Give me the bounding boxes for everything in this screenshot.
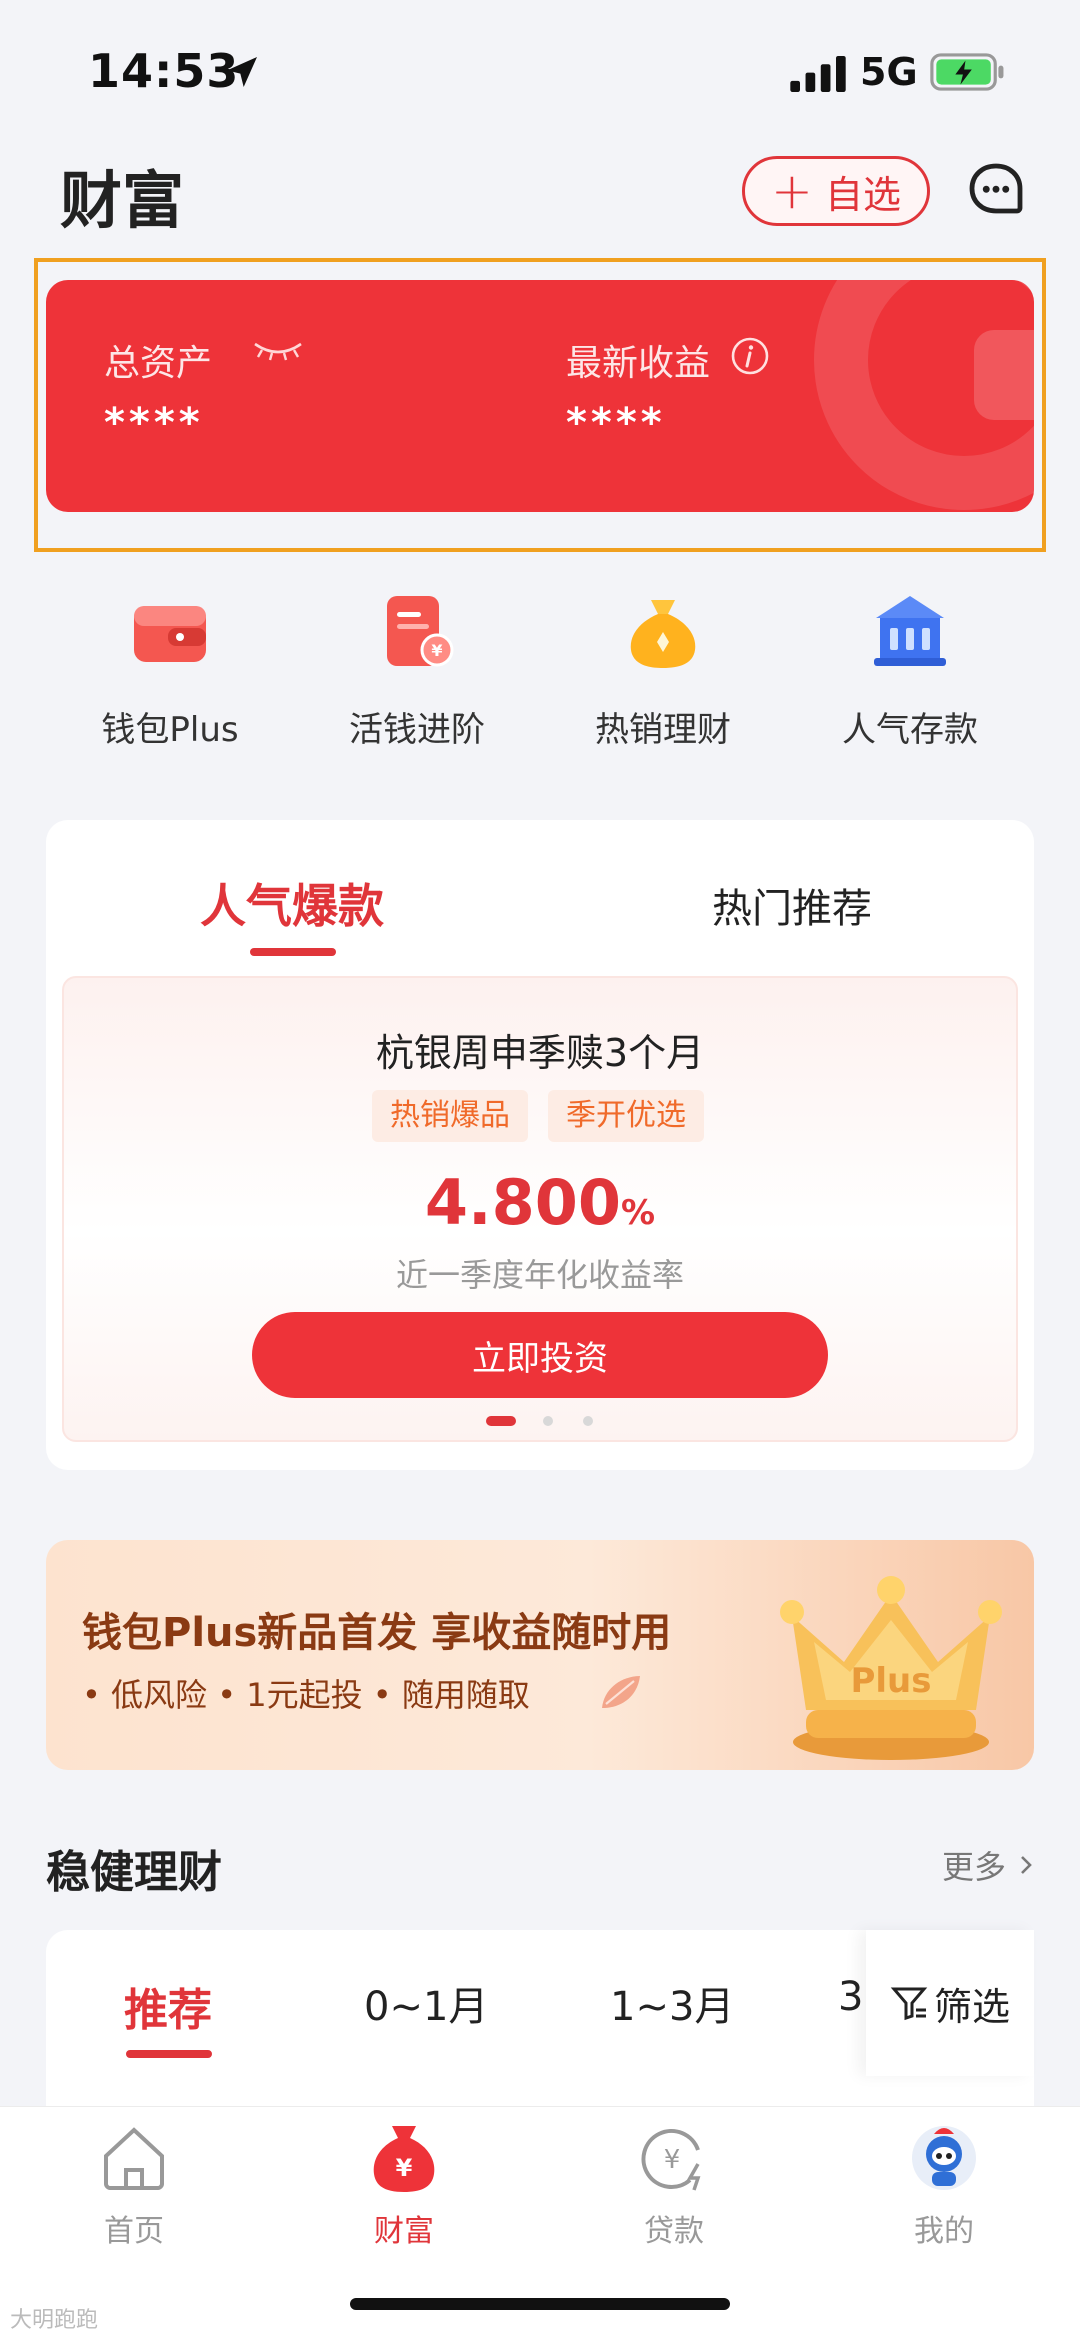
quick-entry-label: 钱包Plus bbox=[101, 710, 239, 750]
card-decoration bbox=[974, 330, 1034, 420]
document-yuan-icon: ¥ bbox=[387, 596, 454, 667]
nav-label: 财富 bbox=[374, 2214, 434, 2249]
rate-description: 近一季度年化收益率 bbox=[395, 1256, 684, 1294]
active-tab-indicator bbox=[250, 948, 336, 956]
tab-popular[interactable]: 人气爆款 bbox=[200, 870, 384, 936]
money-bag-icon bbox=[630, 600, 696, 668]
product-rate: 4.800% bbox=[62, 1166, 1018, 1239]
home-icon bbox=[104, 2127, 164, 2190]
loan-icon: ¥ bbox=[641, 2129, 701, 2191]
svg-text:¥: ¥ bbox=[664, 2145, 681, 2175]
invest-button-label: 立即投资 bbox=[472, 1338, 608, 1379]
nav-label: 贷款 bbox=[644, 2214, 704, 2249]
add-watchlist-button[interactable]: + 自选 bbox=[742, 156, 930, 226]
promo-banner[interactable]: 钱包Plus新品首发 享收益随时用 • 低风险 • 1元起投 • 随用随取 Pl… bbox=[46, 1540, 1034, 1770]
crown-icon: Plus bbox=[780, 1576, 1002, 1760]
watermark: 大明跑跑 bbox=[10, 2308, 99, 2333]
rate-unit: % bbox=[621, 1193, 656, 1233]
tab-0-1-month[interactable]: 0~1月 bbox=[364, 1974, 488, 2032]
network-type: 5G bbox=[860, 50, 918, 94]
money-bag-icon: ¥ bbox=[373, 2126, 435, 2192]
tab-3-plus[interactable]: 3 bbox=[838, 1974, 863, 2020]
rate-value: 4.800 bbox=[424, 1166, 622, 1239]
bank-icon bbox=[874, 596, 946, 666]
banner-title: 钱包Plus新品首发 享收益随时用 bbox=[82, 1610, 672, 1656]
quick-entry-popular-deposit[interactable]: 人气存款 bbox=[810, 590, 1010, 751]
avatar-icon bbox=[912, 2126, 976, 2190]
carousel-dot[interactable] bbox=[583, 1416, 593, 1426]
latest-income-value: **** bbox=[566, 400, 666, 446]
eye-closed-icon[interactable] bbox=[252, 340, 304, 362]
filter-button[interactable]: 筛选 bbox=[866, 1930, 1034, 2076]
filter-label: 筛选 bbox=[933, 1984, 1010, 2029]
chevron-right-icon bbox=[1021, 1856, 1032, 1874]
nav-home[interactable]: 首页 bbox=[34, 2120, 234, 2250]
leaf-icon bbox=[602, 1676, 640, 1708]
tab-1-3-month[interactable]: 1~3月 bbox=[610, 1974, 734, 2032]
tab-recommend[interactable]: 推荐 bbox=[124, 1974, 212, 2038]
quick-entry-flexible-advanced[interactable]: ¥ 活钱进阶 bbox=[317, 590, 517, 751]
asset-summary-card[interactable] bbox=[46, 280, 1034, 512]
total-assets-value: **** bbox=[104, 400, 204, 446]
message-icon[interactable] bbox=[966, 160, 1026, 220]
quick-entry-label: 热销理财 bbox=[595, 710, 731, 750]
nav-label: 首页 bbox=[104, 2214, 164, 2249]
carousel-dot-active[interactable] bbox=[486, 1416, 516, 1426]
add-watchlist-label: 自选 bbox=[824, 172, 901, 217]
nav-label: 我的 bbox=[914, 2214, 974, 2249]
nav-wealth[interactable]: ¥ 财富 bbox=[304, 2120, 504, 2250]
battery-charging-icon bbox=[930, 53, 1004, 91]
status-bar: 14:53 5G bbox=[0, 0, 1080, 130]
cellular-signal-icon bbox=[790, 56, 846, 92]
crown-label: Plus bbox=[850, 1661, 931, 1701]
home-indicator[interactable] bbox=[350, 2298, 730, 2310]
active-tab-indicator bbox=[126, 2050, 212, 2058]
quick-entry-label: 活钱进阶 bbox=[349, 710, 485, 750]
total-assets-label: 总资产 bbox=[104, 343, 213, 384]
more-link[interactable]: 更多 bbox=[942, 1842, 1036, 1888]
plus-icon: + bbox=[771, 162, 813, 220]
svg-text:¥: ¥ bbox=[396, 2154, 413, 2182]
svg-text:¥: ¥ bbox=[431, 641, 442, 660]
latest-income-label: 最新收益 bbox=[566, 343, 711, 384]
info-icon[interactable] bbox=[730, 336, 770, 376]
product-tag: 季开优选 bbox=[548, 1090, 704, 1142]
wallet-icon bbox=[134, 606, 206, 662]
quick-entry-label: 人气存款 bbox=[842, 710, 978, 750]
product-tag: 热销爆品 bbox=[372, 1090, 528, 1142]
section-title-stable-finance: 稳健理财 bbox=[46, 1847, 222, 1898]
invest-now-button[interactable]: 立即投资 bbox=[252, 1312, 828, 1398]
location-arrow-icon bbox=[227, 57, 257, 87]
status-time: 14:53 bbox=[88, 44, 240, 98]
page-title: 财富 bbox=[60, 164, 185, 237]
more-label: 更多 bbox=[941, 1848, 1006, 1886]
filter-icon bbox=[890, 1987, 928, 2021]
product-name: 杭银周申季赎3个月 bbox=[375, 1031, 705, 1075]
carousel-dot[interactable] bbox=[543, 1416, 553, 1426]
nav-loan[interactable]: ¥ 贷款 bbox=[574, 2120, 774, 2250]
nav-mine[interactable]: 我的 bbox=[844, 2120, 1044, 2250]
tab-recommended[interactable]: 热门推荐 bbox=[712, 876, 872, 934]
quick-entry-hot-finance[interactable]: 热销理财 bbox=[563, 590, 763, 751]
quick-entry-wallet-plus[interactable]: 钱包Plus bbox=[70, 590, 270, 751]
banner-subtitle: • 低风险 • 1元起投 • 随用随取 bbox=[82, 1676, 530, 1714]
